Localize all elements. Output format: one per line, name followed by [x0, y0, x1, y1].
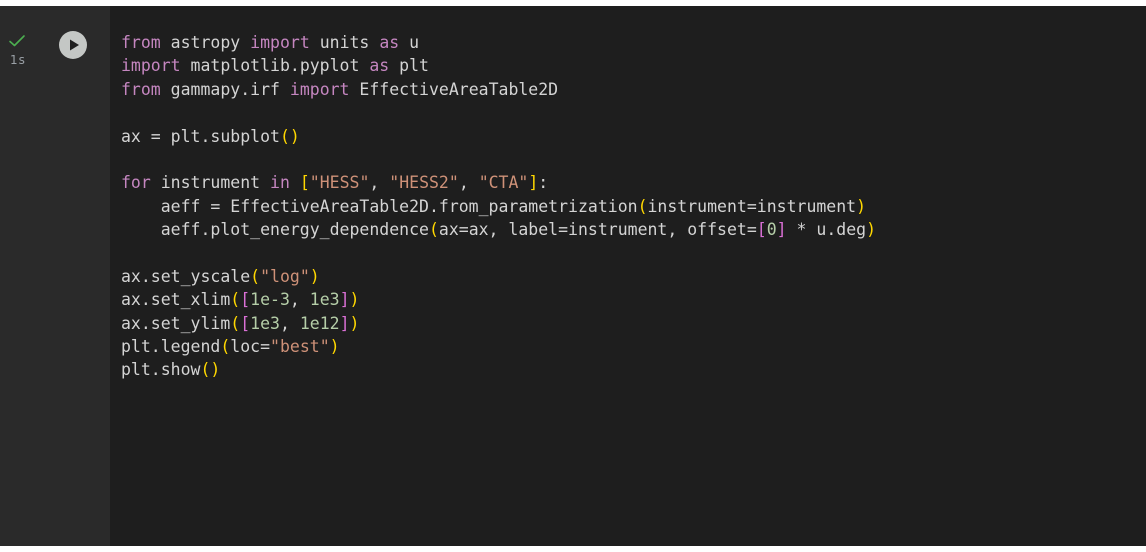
code-line: aeff = EffectiveAreaTable2D.from_paramet…: [121, 195, 876, 218]
code-token: ax.set_yscale: [121, 266, 251, 286]
code-token: "HESS": [309, 173, 370, 193]
code-token: from: [121, 79, 161, 99]
code-token: ): [866, 220, 877, 240]
code-token: 1e-3: [250, 290, 290, 310]
code-token: ]: [339, 290, 350, 310]
code-token: 1e3: [250, 313, 280, 333]
code-token: in: [270, 173, 290, 193]
cell-status-gutter: 1s: [0, 6, 42, 546]
code-token: ]: [776, 220, 787, 240]
code-token: (: [637, 196, 648, 216]
code-line: ax.set_ylim([1e3, 1e12]): [121, 312, 876, 335]
code-token: ,: [369, 173, 390, 193]
code-line: from astropy import units as u: [121, 31, 876, 54]
code-token: (): [200, 360, 221, 380]
code-token: EffectiveAreaTable2D: [349, 79, 559, 99]
code-token: u: [399, 33, 420, 52]
code-line: plt.legend(loc="best"): [121, 335, 876, 358]
code-editor[interactable]: from astropy import units as u import mat…: [121, 31, 876, 382]
code-token: [: [756, 220, 767, 240]
code-token: for: [121, 173, 151, 193]
code-token: instrument: [150, 173, 271, 193]
code-token: ): [329, 337, 340, 357]
code-token: as: [369, 56, 390, 76]
code-token: ]: [339, 313, 350, 333]
code-token: matplotlib.pyplot: [180, 56, 370, 76]
code-token: (: [230, 290, 241, 310]
code-line: from gammapy.irf import EffectiveAreaTab…: [121, 78, 876, 101]
code-token: loc=: [230, 337, 271, 357]
code-token: ]: [528, 173, 539, 193]
code-token: ax.set_ylim: [121, 313, 231, 333]
code-line: for instrument in ["HESS", "HESS2", "CTA…: [121, 171, 876, 194]
code-token: (: [230, 313, 241, 333]
notebook-code-cell: 1s from astropy import units as u import …: [0, 6, 1146, 546]
code-token: ax = plt.subplot: [121, 126, 280, 146]
code-token: plt.show: [121, 360, 201, 380]
code-token: ,: [279, 313, 300, 333]
code-token: 1e12: [299, 313, 340, 333]
code-token: ): [349, 290, 360, 310]
code-token: plt.legend: [121, 337, 221, 357]
code-token: ax.set_xlim: [121, 290, 231, 310]
code-token: (: [428, 220, 439, 240]
code-token: ): [856, 196, 867, 216]
code-token: [: [240, 290, 251, 310]
code-token: from: [121, 33, 161, 52]
code-line: ax.set_xlim([1e-3, 1e3]): [121, 288, 876, 311]
code-token: "HESS2": [389, 173, 459, 193]
code-token: 0: [766, 220, 777, 240]
code-token: ,: [458, 173, 479, 193]
code-token: as: [379, 33, 400, 52]
code-token: "CTA": [478, 173, 529, 193]
run-cell-button[interactable]: [59, 31, 87, 59]
code-token: 1e3: [309, 290, 340, 310]
code-token: import: [250, 33, 310, 52]
execution-time: 1s: [10, 53, 26, 67]
code-token: import: [121, 56, 181, 76]
code-token: ax=ax, label=instrument, offset=: [438, 220, 757, 240]
code-line: aeff.plot_energy_dependence(ax=ax, label…: [121, 218, 876, 241]
code-token: ,: [289, 290, 310, 310]
code-token: (): [279, 126, 300, 146]
code-line: ax = plt.subplot(): [121, 125, 876, 148]
code-token: (: [250, 266, 261, 286]
code-token: import: [289, 79, 350, 99]
code-token: astropy: [160, 33, 251, 52]
check-icon: [8, 34, 26, 48]
code-line: ax.set_yscale("log"): [121, 265, 876, 288]
code-token: "best": [270, 337, 330, 357]
code-line: plt.show(): [121, 358, 876, 381]
code-line: import matplotlib.pyplot as plt: [121, 54, 876, 77]
code-token: instrument=instrument: [647, 196, 857, 216]
code-token: [: [299, 173, 310, 193]
code-token: :: [538, 173, 549, 193]
code-token: aeff.plot_energy_dependence: [121, 220, 429, 240]
code-token: [: [240, 313, 251, 333]
code-token: (: [220, 337, 231, 357]
code-token: plt: [389, 56, 429, 76]
run-column: [42, 6, 110, 546]
code-token: ): [309, 266, 320, 286]
code-token: "log": [260, 266, 310, 286]
code-token: ): [349, 313, 360, 333]
code-token: * u.deg: [786, 220, 867, 240]
code-token: aeff = EffectiveAreaTable2D.from_paramet…: [121, 196, 638, 216]
code-token: gammapy.irf: [160, 79, 290, 99]
code-token: units: [309, 33, 380, 52]
